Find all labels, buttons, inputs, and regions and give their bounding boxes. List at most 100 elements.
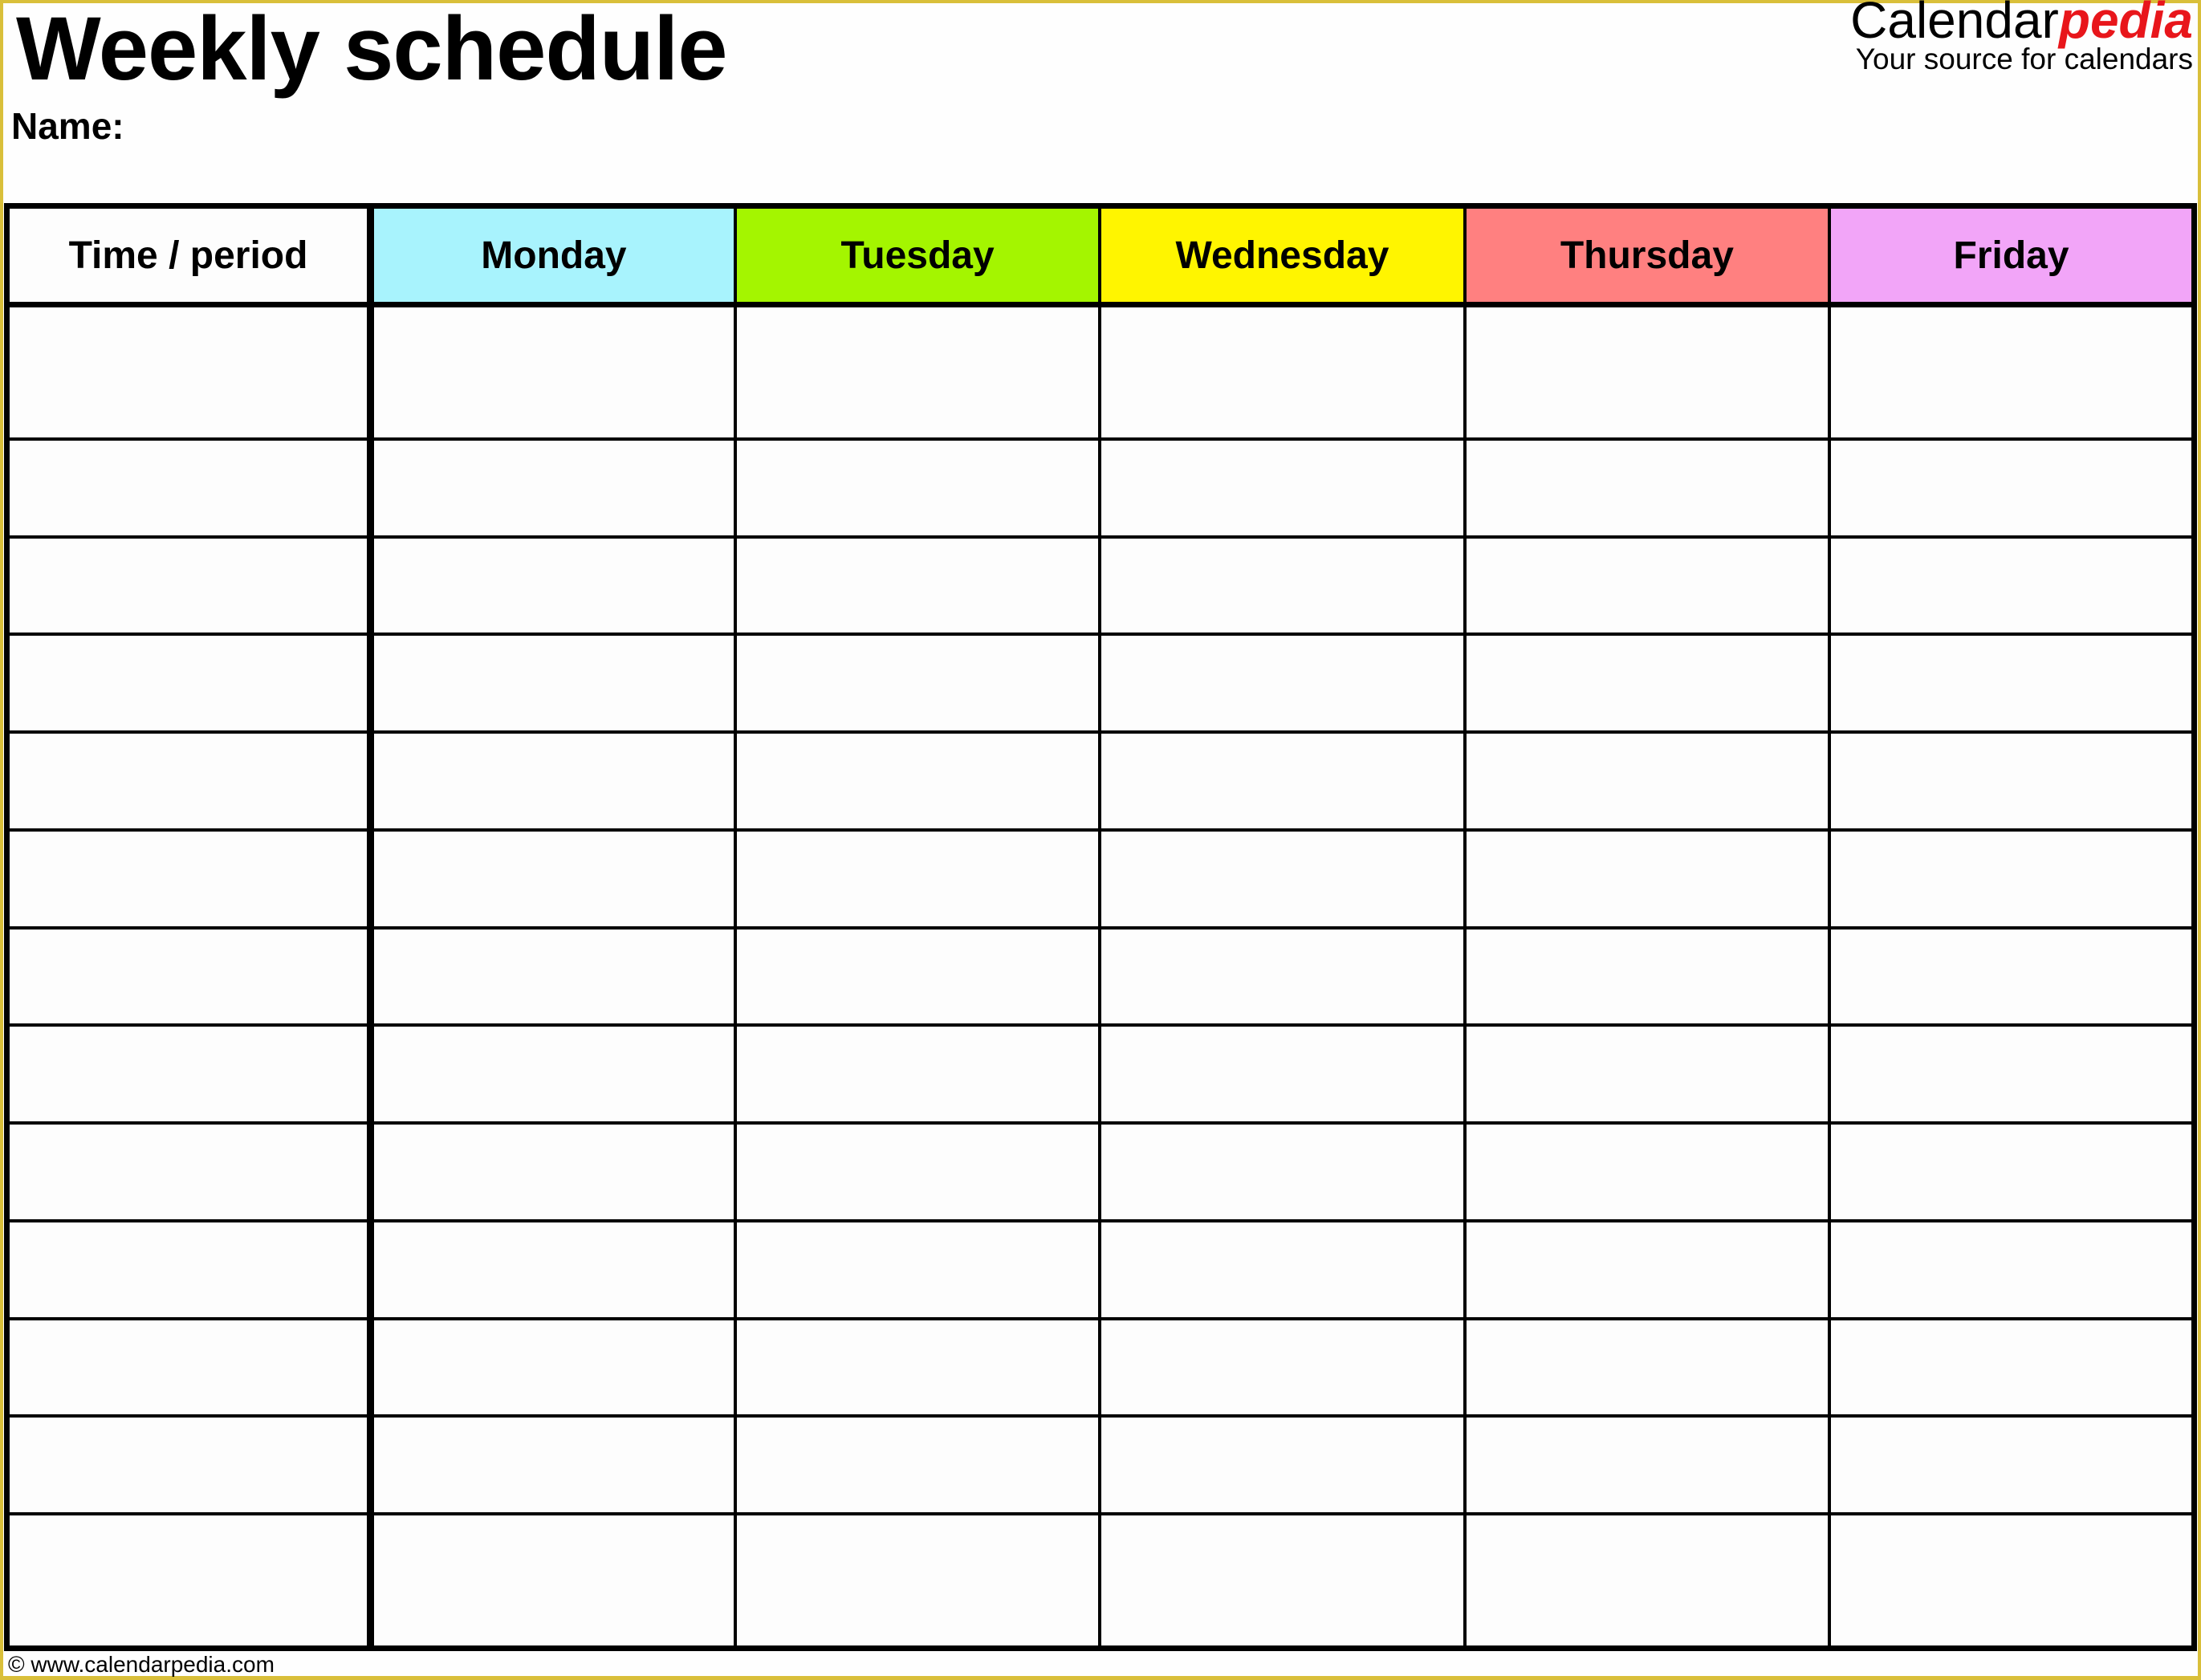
schedule-cell-friday[interactable]: [1829, 1513, 2196, 1650]
time-period-cell[interactable]: [6, 829, 374, 929]
schedule-cell-thursday[interactable]: [1464, 732, 1832, 832]
logo-brand-plain: Calendar: [1850, 0, 2059, 49]
schedule-cell-friday[interactable]: [1829, 304, 2196, 441]
time-period-cell[interactable]: [6, 438, 374, 539]
schedule-cell-thursday[interactable]: [1464, 927, 1832, 1027]
table-row: [6, 536, 2196, 637]
schedule-cell-thursday[interactable]: [1464, 1513, 1832, 1650]
schedule-cell-wednesday[interactable]: [1100, 304, 1467, 441]
table-row: [6, 1318, 2196, 1418]
schedule-cell-thursday[interactable]: [1464, 438, 1832, 539]
schedule-cell-tuesday[interactable]: [734, 438, 1102, 539]
schedule-cell-wednesday[interactable]: [1100, 1416, 1467, 1515]
table-row: [6, 304, 2196, 441]
schedule-cell-monday[interactable]: [370, 732, 737, 832]
schedule-cell-wednesday[interactable]: [1100, 536, 1467, 637]
schedule-cell-monday[interactable]: [370, 1513, 737, 1650]
table-row: [6, 927, 2196, 1027]
schedule-cell-tuesday[interactable]: [734, 634, 1102, 734]
time-period-cell[interactable]: [6, 1416, 374, 1515]
time-period-cell[interactable]: [6, 536, 374, 637]
time-period-cell[interactable]: [6, 732, 374, 832]
schedule-cell-wednesday[interactable]: [1100, 634, 1467, 734]
logo-brand-accent: pedia: [2058, 0, 2193, 49]
schedule-cell-friday[interactable]: [1829, 1318, 2196, 1418]
column-header-monday: Monday: [370, 205, 737, 307]
schedule-cell-tuesday[interactable]: [734, 1220, 1102, 1320]
schedule-cell-friday[interactable]: [1829, 927, 2196, 1027]
schedule-cell-wednesday[interactable]: [1100, 1025, 1467, 1125]
time-period-cell[interactable]: [6, 304, 374, 441]
table-row: [6, 1025, 2196, 1125]
column-header-tuesday: Tuesday: [734, 205, 1102, 307]
time-period-cell[interactable]: [6, 927, 374, 1027]
schedule-cell-tuesday[interactable]: [734, 1318, 1102, 1418]
schedule-cell-tuesday[interactable]: [734, 927, 1102, 1027]
column-header-time: Time / period: [6, 205, 374, 307]
time-period-cell[interactable]: [6, 1220, 374, 1320]
schedule-cell-monday[interactable]: [370, 1220, 737, 1320]
schedule-cell-friday[interactable]: [1829, 634, 2196, 734]
schedule-cell-wednesday[interactable]: [1100, 829, 1467, 929]
schedule-cell-thursday[interactable]: [1464, 1123, 1832, 1222]
time-period-cell[interactable]: [6, 1123, 374, 1222]
schedule-cell-monday[interactable]: [370, 927, 737, 1027]
column-header-thursday: Thursday: [1464, 205, 1832, 307]
schedule-cell-wednesday[interactable]: [1100, 1513, 1467, 1650]
schedule-cell-tuesday[interactable]: [734, 536, 1102, 637]
time-period-cell[interactable]: [6, 1318, 374, 1418]
schedule-cell-friday[interactable]: [1829, 438, 2196, 539]
schedule-cell-tuesday[interactable]: [734, 1025, 1102, 1125]
schedule-cell-wednesday[interactable]: [1100, 1220, 1467, 1320]
schedule-cell-tuesday[interactable]: [734, 1513, 1102, 1650]
schedule-cell-thursday[interactable]: [1464, 1220, 1832, 1320]
schedule-cell-tuesday[interactable]: [734, 1416, 1102, 1515]
schedule-cell-thursday[interactable]: [1464, 1318, 1832, 1418]
schedule-cell-monday[interactable]: [370, 438, 737, 539]
logo-tagline: Your source for calendars: [1855, 43, 2193, 76]
schedule-cell-monday[interactable]: [370, 1318, 737, 1418]
schedule-cell-friday[interactable]: [1829, 732, 2196, 832]
schedule-cell-friday[interactable]: [1829, 1123, 2196, 1222]
table-row: [6, 1220, 2196, 1320]
table-row: [6, 1513, 2196, 1650]
schedule-cell-monday[interactable]: [370, 536, 737, 637]
schedule-cell-tuesday[interactable]: [734, 304, 1102, 441]
schedule-cell-monday[interactable]: [370, 1416, 737, 1515]
schedule-cell-thursday[interactable]: [1464, 304, 1832, 441]
schedule-cell-friday[interactable]: [1829, 1220, 2196, 1320]
schedule-cell-friday[interactable]: [1829, 536, 2196, 637]
schedule-cell-wednesday[interactable]: [1100, 1123, 1467, 1222]
schedule-cell-wednesday[interactable]: [1100, 438, 1467, 539]
schedule-cell-wednesday[interactable]: [1100, 1318, 1467, 1418]
time-period-cell[interactable]: [6, 634, 374, 734]
schedule-cell-tuesday[interactable]: [734, 1123, 1102, 1222]
table-row: [6, 1416, 2196, 1515]
schedule-cell-monday[interactable]: [370, 1025, 737, 1125]
schedule-cell-tuesday[interactable]: [734, 829, 1102, 929]
schedule-cell-monday[interactable]: [370, 634, 737, 734]
table-body: [6, 304, 2196, 1650]
schedule-cell-thursday[interactable]: [1464, 829, 1832, 929]
table-row: [6, 829, 2196, 929]
schedule-cell-monday[interactable]: [370, 829, 737, 929]
schedule-cell-wednesday[interactable]: [1100, 732, 1467, 832]
schedule-cell-wednesday[interactable]: [1100, 927, 1467, 1027]
logo-brand: Calendarpedia: [1850, 0, 2193, 47]
page-title: Weekly schedule: [16, 0, 728, 99]
schedule-cell-thursday[interactable]: [1464, 634, 1832, 734]
schedule-cell-friday[interactable]: [1829, 1025, 2196, 1125]
time-period-cell[interactable]: [6, 1513, 374, 1650]
table-row: [6, 1123, 2196, 1222]
schedule-cell-thursday[interactable]: [1464, 536, 1832, 637]
schedule-cell-monday[interactable]: [370, 304, 737, 441]
time-period-cell[interactable]: [6, 1025, 374, 1125]
schedule-cell-thursday[interactable]: [1464, 1416, 1832, 1515]
column-header-friday: Friday: [1829, 205, 2196, 307]
schedule-cell-friday[interactable]: [1829, 829, 2196, 929]
schedule-cell-tuesday[interactable]: [734, 732, 1102, 832]
schedule-cell-thursday[interactable]: [1464, 1025, 1832, 1125]
schedule-cell-friday[interactable]: [1829, 1416, 2196, 1515]
schedule-cell-monday[interactable]: [370, 1123, 737, 1222]
table-row: [6, 634, 2196, 734]
